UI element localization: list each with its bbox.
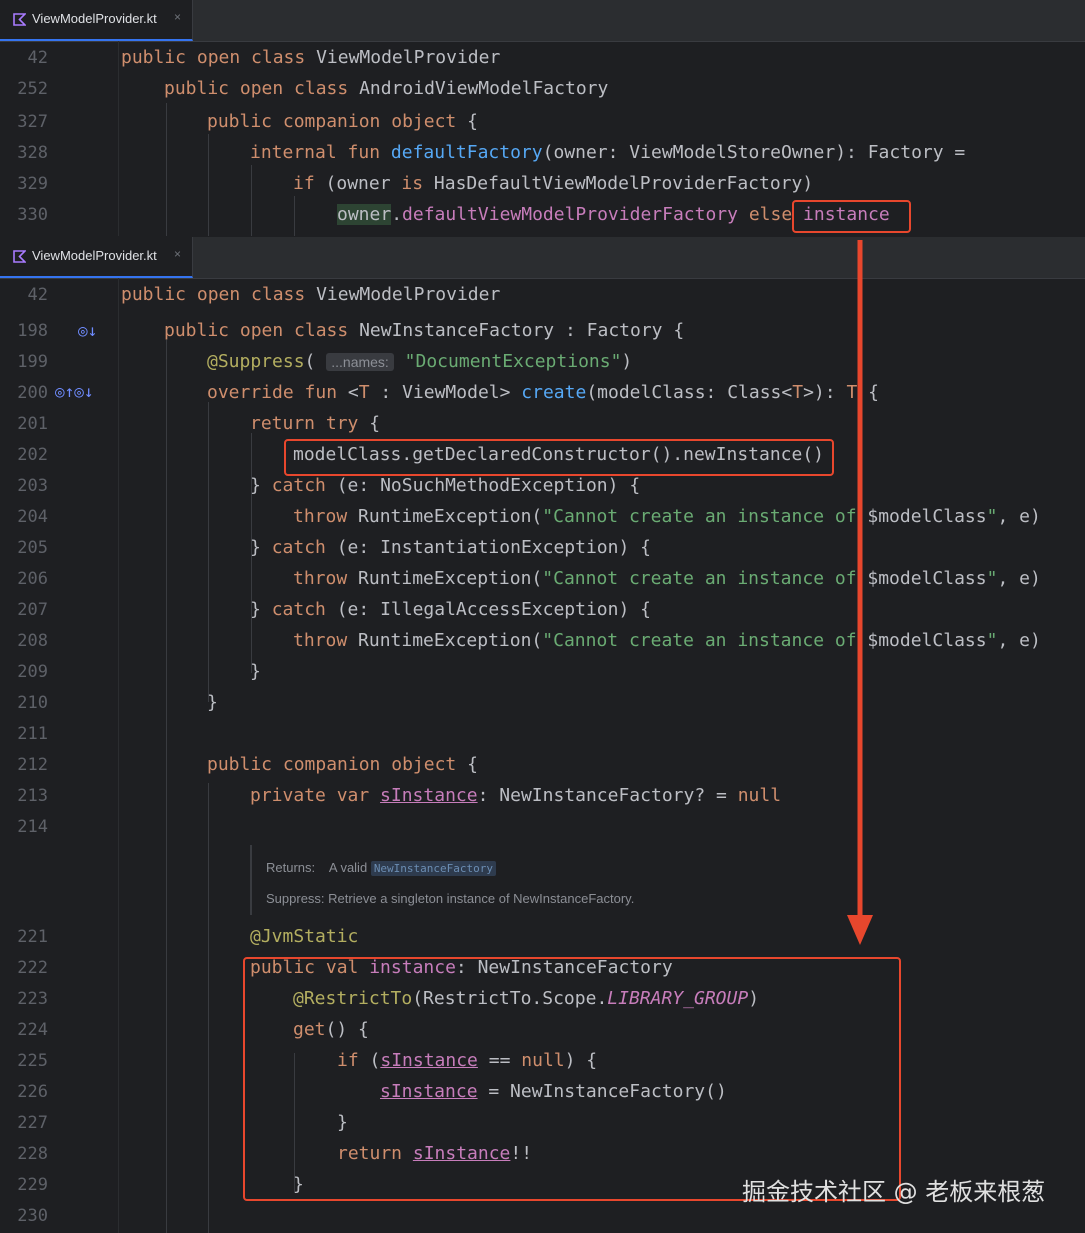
- line-number: 229: [17, 1175, 48, 1195]
- line-number: 42: [27, 48, 48, 68]
- code-line: public open class AndroidViewModelFactor…: [164, 78, 609, 99]
- tab-filename: ViewModelProvider.kt: [32, 11, 157, 26]
- code-line: public companion object {: [207, 111, 478, 132]
- top-code-area[interactable]: 42 public open class ViewModelProvider 2…: [0, 41, 1085, 236]
- line-number: 211: [17, 724, 48, 744]
- kotlin-file-icon: [13, 13, 26, 26]
- line-number: 252: [17, 79, 48, 99]
- line-number: 230: [17, 1206, 48, 1226]
- line-number: 205: [17, 538, 48, 558]
- code-line: } catch (e: IllegalAccessException) {: [250, 599, 651, 620]
- tab-close-icon[interactable]: ×: [174, 10, 181, 24]
- code-line: override fun <T : ViewModel> create(mode…: [207, 382, 879, 403]
- code-line: } catch (e: InstantiationException) {: [250, 537, 651, 558]
- code-line: public companion object {: [207, 754, 478, 775]
- line-number: 209: [17, 662, 48, 682]
- line-number: 210: [17, 693, 48, 713]
- tab-close-icon[interactable]: ×: [174, 247, 181, 261]
- red-arrow: [847, 240, 873, 945]
- tab-filename: ViewModelProvider.kt: [32, 248, 157, 263]
- doc-suppress-text: Retrieve a singleton instance of NewInst…: [328, 891, 635, 906]
- kotlin-file-icon: [13, 250, 26, 263]
- code-line: throw RuntimeException("Cannot create an…: [293, 568, 1041, 589]
- line-number: 203: [17, 476, 48, 496]
- line-number: 213: [17, 786, 48, 806]
- code-line: @Suppress( ...names: "DocumentExceptions…: [207, 351, 633, 372]
- code-line: throw RuntimeException("Cannot create an…: [293, 630, 1041, 651]
- new-instance-highlight-box: [284, 439, 834, 476]
- line-number: 200: [17, 383, 48, 403]
- line-number: 227: [17, 1113, 48, 1133]
- line-number: 212: [17, 755, 48, 775]
- implementations-gutter-icon[interactable]: ◎↓: [78, 321, 97, 340]
- line-number: 330: [17, 205, 48, 225]
- line-number: 208: [17, 631, 48, 651]
- code-line: public open class NewInstanceFactory : F…: [164, 320, 685, 341]
- instance-highlight-box: [792, 200, 911, 233]
- code-line: } catch (e: NoSuchMethodException) {: [250, 475, 641, 496]
- line-number: 224: [17, 1020, 48, 1040]
- line-number: 198: [17, 321, 48, 341]
- top-editor-panel: ViewModelProvider.kt × 42 public open cl…: [0, 0, 1085, 236]
- bottom-tab-bar: ViewModelProvider.kt ×: [0, 237, 1085, 279]
- line-number: 207: [17, 600, 48, 620]
- doc-returns-code: NewInstanceFactory: [370, 861, 497, 876]
- overrides-gutter-icon[interactable]: ◎↑◎↓: [55, 382, 94, 401]
- line-number: 221: [17, 927, 48, 947]
- code-line: internal fun defaultFactory(owner: ViewM…: [250, 142, 966, 163]
- code-line: public open class ViewModelProvider: [121, 47, 501, 68]
- code-line: throw RuntimeException("Cannot create an…: [293, 506, 1041, 527]
- code-line: if (owner is HasDefaultViewModelProvider…: [293, 173, 814, 194]
- line-number: 329: [17, 174, 48, 194]
- parameter-hint: ...names:: [326, 353, 394, 371]
- watermark: 掘金技术社区 @ 老板来根葱: [742, 1178, 1046, 1206]
- instance-property-highlight-box: [243, 957, 901, 1201]
- line-number: 42: [27, 285, 48, 305]
- code-line: return try {: [250, 413, 381, 434]
- line-number: 328: [17, 143, 48, 163]
- line-number: 201: [17, 414, 48, 434]
- line-number: 327: [17, 112, 48, 132]
- top-tab-bar: ViewModelProvider.kt ×: [0, 0, 1085, 42]
- doc-returns-text: A valid: [328, 860, 368, 875]
- line-number: 214: [17, 817, 48, 837]
- code-line: private var sInstance: NewInstanceFactor…: [250, 785, 782, 806]
- code-line: public open class ViewModelProvider: [121, 284, 501, 305]
- doc-returns-label: Returns:: [266, 860, 316, 875]
- code-line: @JvmStatic: [250, 926, 359, 947]
- line-number: 206: [17, 569, 48, 589]
- line-number: 225: [17, 1051, 48, 1071]
- code-line: }: [207, 692, 218, 713]
- code-line: }: [250, 661, 261, 682]
- line-number: 223: [17, 989, 48, 1009]
- bottom-file-tab[interactable]: ViewModelProvider.kt ×: [0, 237, 193, 278]
- line-number: 222: [17, 958, 48, 978]
- line-number: 204: [17, 507, 48, 527]
- line-number: 226: [17, 1082, 48, 1102]
- rendered-kdoc: Returns: A valid NewInstanceFactory Supp…: [250, 845, 1082, 915]
- doc-suppress-label: Suppress:: [266, 891, 325, 906]
- line-number: 228: [17, 1144, 48, 1164]
- line-number: 199: [17, 352, 48, 372]
- top-file-tab[interactable]: ViewModelProvider.kt ×: [0, 0, 193, 41]
- line-number: 202: [17, 445, 48, 465]
